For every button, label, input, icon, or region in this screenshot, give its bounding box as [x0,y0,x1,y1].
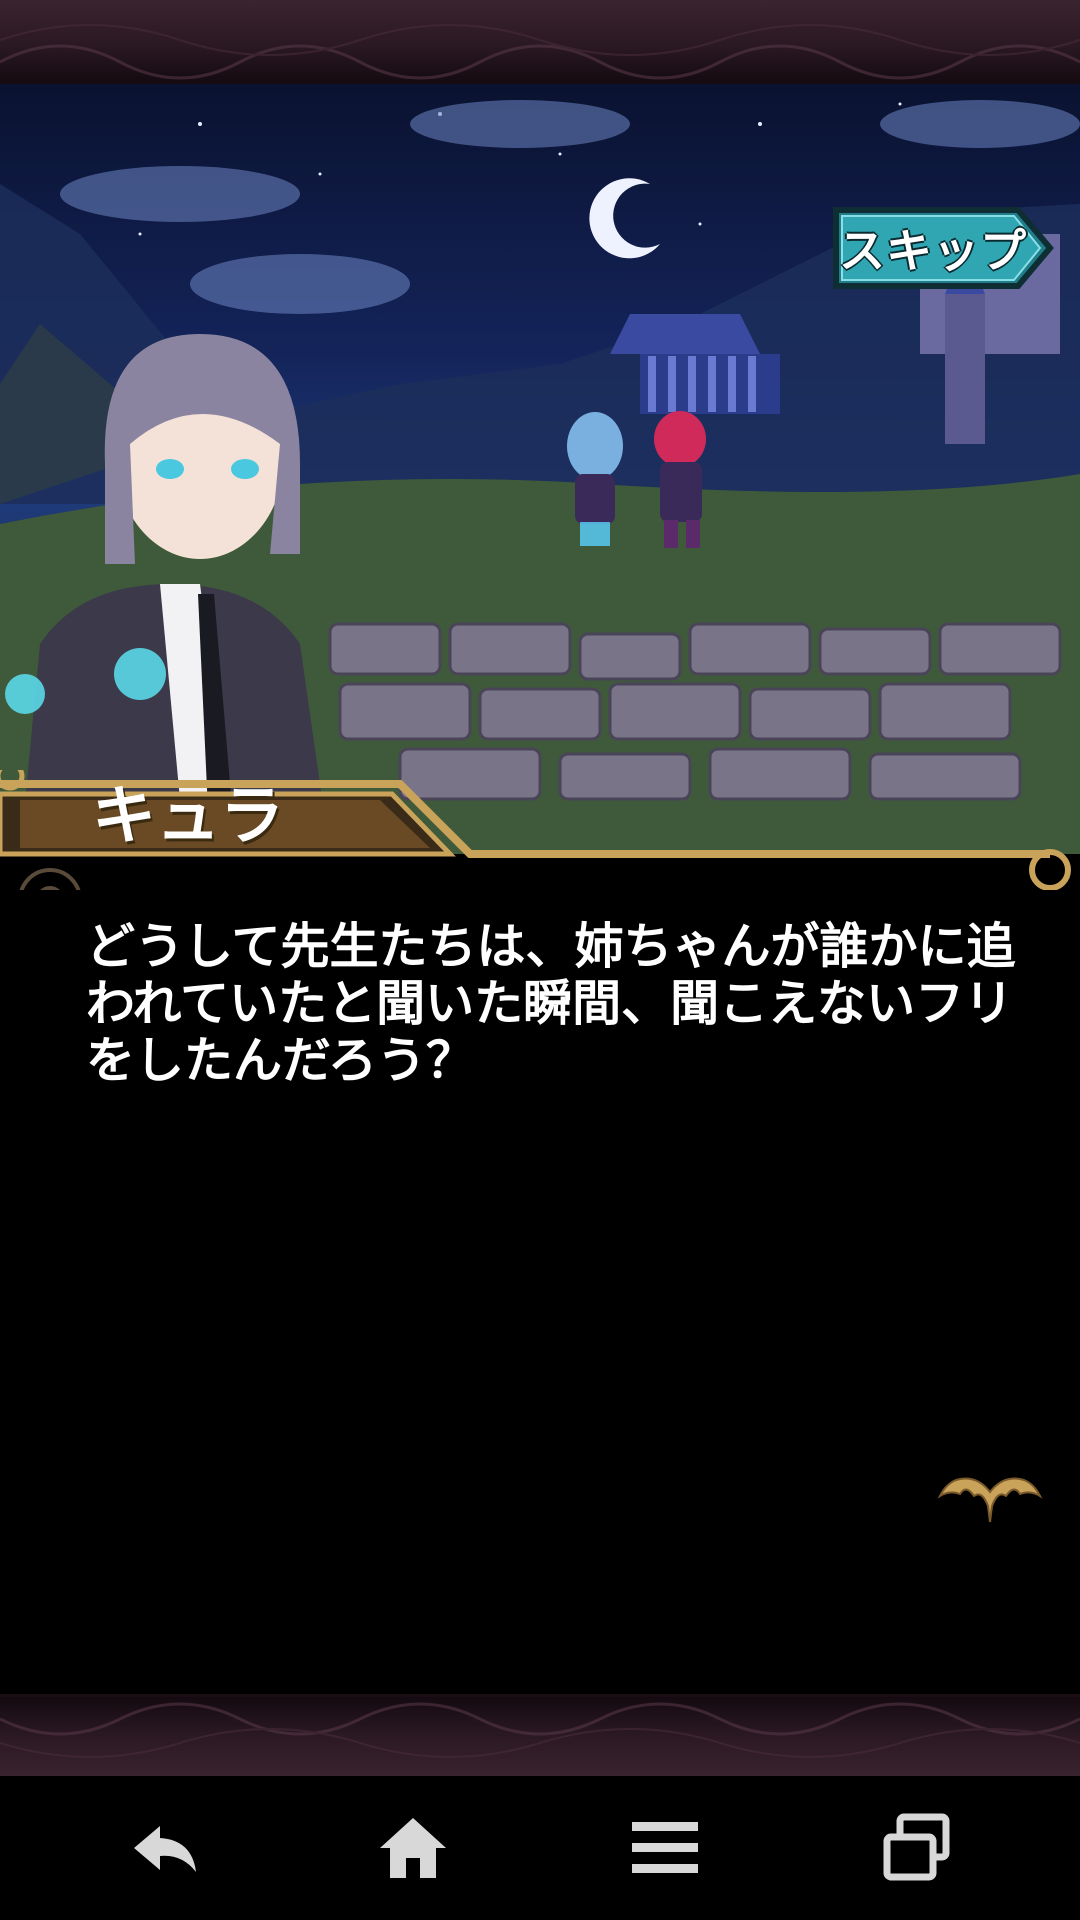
story-scene[interactable]: スキップ [0,84,1080,854]
bottom-ornament-frame [0,1694,1080,1779]
gear-icon [19,868,81,890]
speaker-name: キュラ [92,780,284,854]
dialogue-text[interactable]: どうして先生たちは、姉ちゃんが誰かに追われていたと聞いた瞬間、聞こえないフリをし… [86,918,1026,1089]
home-button[interactable] [278,1776,548,1920]
back-button[interactable] [30,1776,300,1920]
skip-button[interactable]: スキップ [828,202,1058,294]
ornament-pattern [0,24,1080,80]
scene-background [0,100,1080,854]
home-icon [380,1818,446,1878]
menu-button[interactable] [530,1776,800,1920]
skip-label: スキップ [839,224,1027,278]
recent-apps-icon [883,1813,950,1881]
bat-advance-icon[interactable] [936,1466,1044,1526]
back-icon [134,1826,196,1872]
moon [589,178,660,259]
ornament-pattern-bottom [0,1702,1080,1758]
top-ornament-frame [0,0,1080,87]
system-navbar [0,1776,1080,1920]
recent-apps-button[interactable] [782,1776,1052,1920]
menu-icon [632,1822,698,1873]
